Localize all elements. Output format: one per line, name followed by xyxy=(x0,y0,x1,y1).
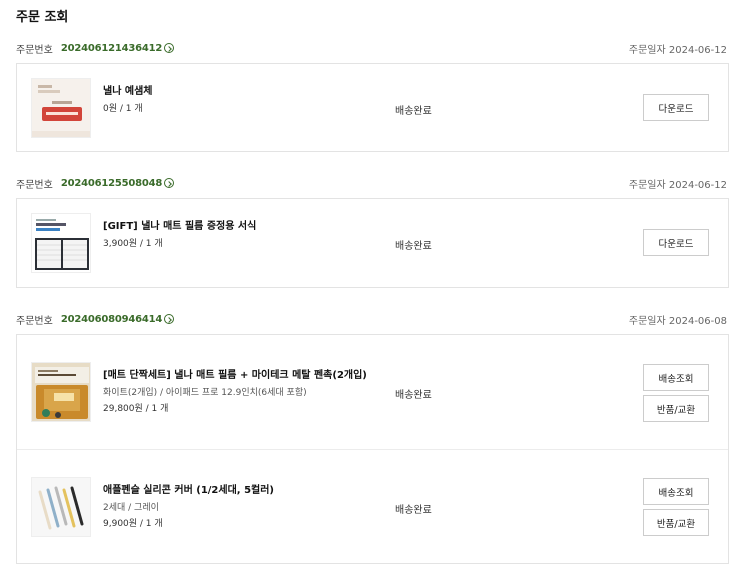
delivery-status: 배송완료 xyxy=(395,106,432,117)
track-shipping-button[interactable]: 배송조회 xyxy=(643,364,709,391)
track-shipping-button[interactable]: 배송조회 xyxy=(643,478,709,505)
order-header: 주문번호 202406080946414 주문일자 2024-06-08 xyxy=(16,311,727,327)
item-name[interactable]: [GIFT] 낼나 매트 필름 증정용 서식 xyxy=(103,217,256,232)
order-item: 낼나 예샘체 0원 / 1 개 배송완료 다운로드 xyxy=(17,64,728,151)
delivery-status: 배송완료 xyxy=(395,505,432,516)
order-item: [GIFT] 낼나 매트 필름 증정용 서식 3,900원 / 1 개 배송완료… xyxy=(17,199,728,287)
order-date: 주문일자 2024-06-12 xyxy=(628,44,727,56)
chevron-right-icon[interactable] xyxy=(164,43,175,53)
download-button[interactable]: 다운로드 xyxy=(643,94,709,121)
order-item: [매트 단짝세트] 낼나 매트 필름 + 마이테크 메탈 펜촉(2개입) 화이트… xyxy=(17,335,728,450)
order-card: [매트 단짝세트] 낼나 매트 필름 + 마이테크 메탈 펜촉(2개입) 화이트… xyxy=(16,334,729,564)
delivery-status: 배송완료 xyxy=(395,241,432,252)
order-number-label: 주문번호 xyxy=(16,315,53,327)
order-number-label: 주문번호 xyxy=(16,179,53,191)
order-card: [GIFT] 낼나 매트 필름 증정용 서식 3,900원 / 1 개 배송완료… xyxy=(16,198,729,288)
order-date: 주문일자 2024-06-12 xyxy=(628,179,727,191)
item-info: [매트 단짝세트] 낼나 매트 필름 + 마이테크 메탈 펜촉(2개입) 화이트… xyxy=(103,366,367,414)
chevron-right-icon[interactable] xyxy=(164,314,175,324)
item-price: 3,900원 / 1 개 xyxy=(103,239,163,249)
order-header: 주문번호 202406125508048 주문일자 2024-06-12 xyxy=(16,175,727,191)
item-price: 29,800원 / 1 개 xyxy=(103,404,169,414)
item-info: [GIFT] 낼나 매트 필름 증정용 서식 3,900원 / 1 개 xyxy=(103,217,256,249)
item-info: 애플펜슬 실리콘 커버 (1/2세대, 5컬러) 2세대 / 그레이 9,900… xyxy=(103,481,274,529)
order-number-link[interactable]: 202406125508048 xyxy=(61,178,163,189)
order-number-label: 주문번호 xyxy=(16,44,53,56)
delivery-status: 배송완료 xyxy=(395,390,432,401)
item-name[interactable]: 낼나 예샘체 xyxy=(103,82,152,97)
ebook-cover-icon[interactable] xyxy=(31,78,91,138)
page-title: 주문 조회 xyxy=(16,10,69,25)
item-name[interactable]: [매트 단짝세트] 낼나 매트 필름 + 마이테크 메탈 펜촉(2개입) xyxy=(103,366,367,381)
item-name[interactable]: 애플펜슬 실리콘 커버 (1/2세대, 5컬러) xyxy=(103,481,274,496)
item-price: 9,900원 / 1 개 xyxy=(103,519,163,529)
order-header: 주문번호 2024061214364​12 주문일자 2024-06-12 xyxy=(16,40,727,56)
item-option: 화이트(2개입) / 아이패드 프로 12.9인치(6세대 포함) xyxy=(103,388,307,398)
order-card: 낼나 예샘체 0원 / 1 개 배송완료 다운로드 xyxy=(16,63,729,152)
order-date: 주문일자 2024-06-08 xyxy=(628,315,727,327)
return-exchange-button[interactable]: 반품/교환 xyxy=(643,509,709,536)
order-number-link[interactable]: 2024061214364​12 xyxy=(61,43,163,54)
item-info: 낼나 예샘체 0원 / 1 개 xyxy=(103,82,152,114)
planner-form-icon[interactable] xyxy=(31,213,91,273)
film-package-icon[interactable] xyxy=(31,362,91,422)
chevron-right-icon[interactable] xyxy=(164,178,175,188)
order-number-link[interactable]: 202406080946414 xyxy=(61,314,163,325)
return-exchange-button[interactable]: 반품/교환 xyxy=(643,395,709,422)
item-option: 2세대 / 그레이 xyxy=(103,503,159,513)
item-price: 0원 / 1 개 xyxy=(103,104,143,114)
pencil-covers-icon[interactable] xyxy=(31,477,91,537)
order-item: 애플펜슬 실리콘 커버 (1/2세대, 5컬러) 2세대 / 그레이 9,900… xyxy=(17,450,728,563)
download-button[interactable]: 다운로드 xyxy=(643,229,709,256)
